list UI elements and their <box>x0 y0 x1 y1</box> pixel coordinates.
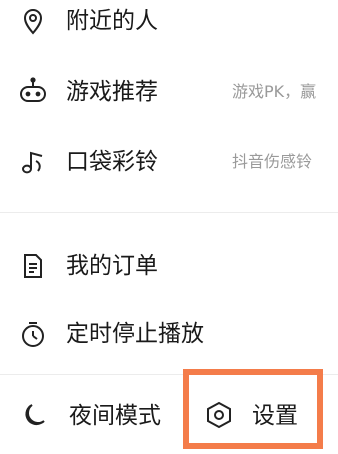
night-mode-button[interactable]: 夜间模式 <box>0 396 180 436</box>
menu-label-orders: 我的订单 <box>66 253 158 279</box>
settings-highlight-box <box>183 369 323 449</box>
location-pin-icon <box>18 6 48 36</box>
menu-label-ringtones: 口袋彩铃 <box>66 149 158 175</box>
menu-subtitle-ringtones: 抖音伤感铃 <box>232 152 313 171</box>
menu-item-games[interactable]: 游戏推荐 游戏PK，赢 <box>0 74 338 110</box>
section-divider <box>0 212 338 213</box>
music-note-icon <box>18 147 48 177</box>
menu-subtitle-games: 游戏PK，赢 <box>232 82 317 101</box>
menu-label-games: 游戏推荐 <box>66 79 158 105</box>
night-mode-label: 夜间模式 <box>69 403 161 429</box>
gamepad-icon <box>18 77 48 107</box>
menu-item-orders[interactable]: 我的订单 <box>0 248 338 284</box>
menu-item-timer[interactable]: 定时停止播放 <box>0 316 338 352</box>
document-icon <box>18 251 48 281</box>
menu-label-nearby: 附近的人 <box>66 8 158 34</box>
menu-label-timer: 定时停止播放 <box>66 321 204 347</box>
menu-item-nearby[interactable]: 附近的人 <box>0 4 338 38</box>
timer-icon <box>18 319 48 349</box>
menu-item-ringtones[interactable]: 口袋彩铃 抖音伤感铃 <box>0 144 338 180</box>
moon-icon <box>20 400 50 430</box>
